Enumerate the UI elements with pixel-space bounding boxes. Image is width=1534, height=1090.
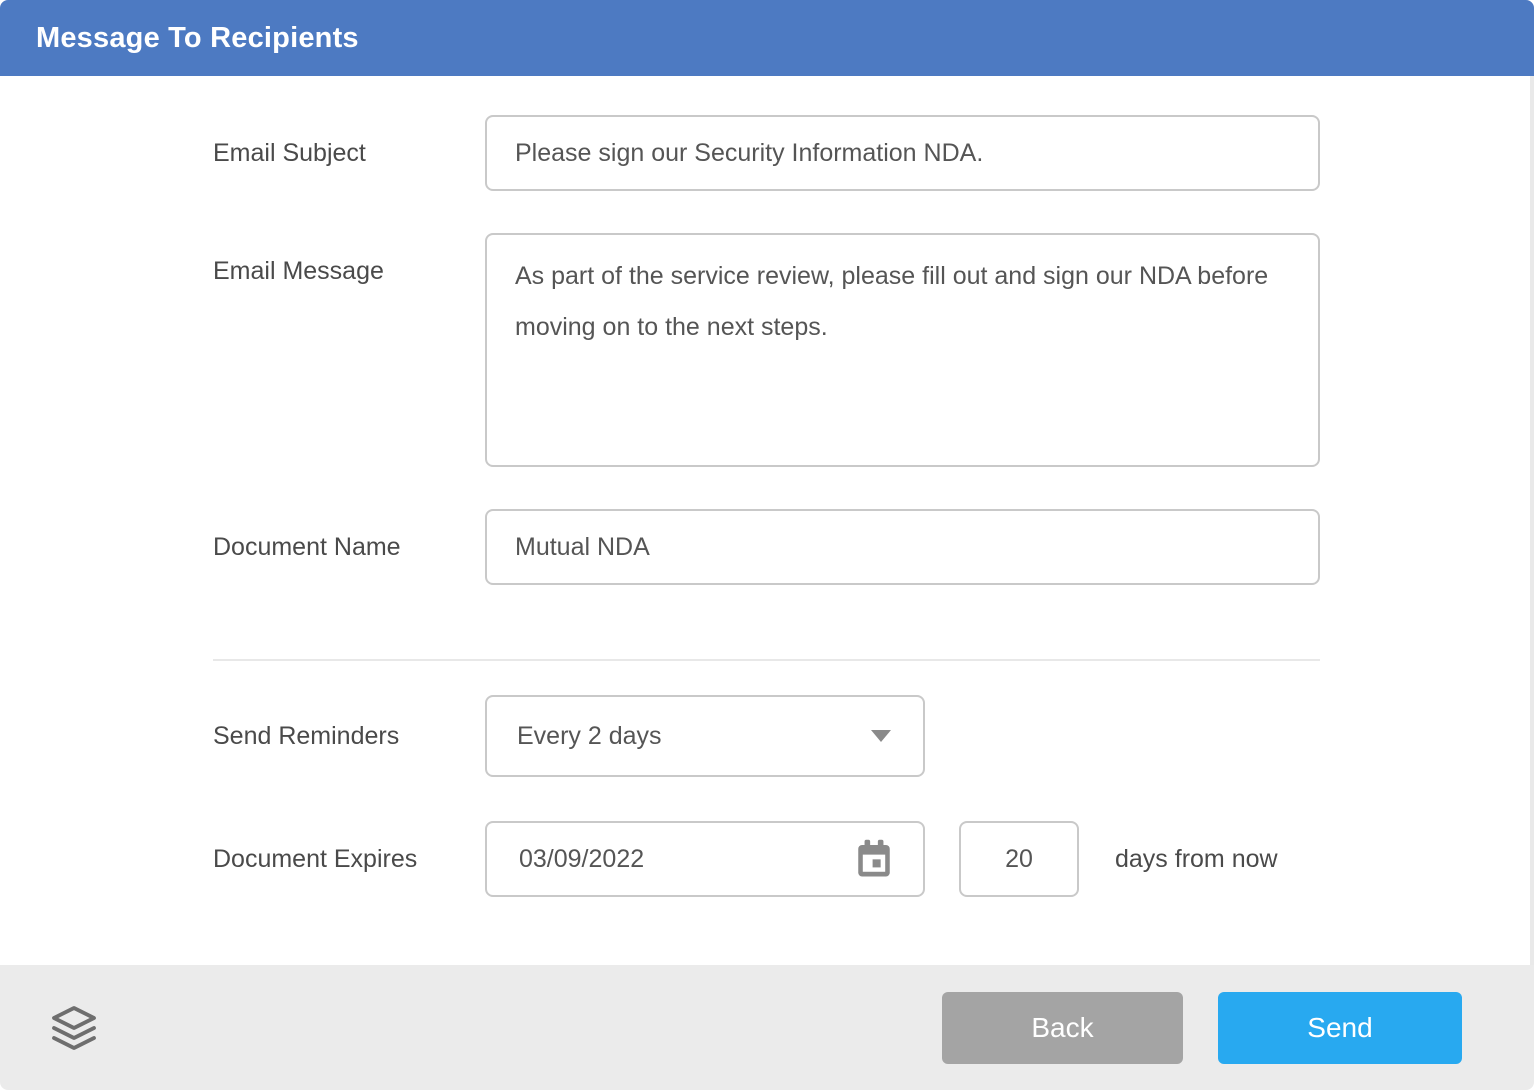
dialog-body: Email Subject Email Message As part of t… [0, 76, 1534, 965]
layers-icon [50, 1003, 98, 1053]
email-subject-label: Email Subject [213, 139, 485, 168]
calendar-icon [853, 836, 895, 882]
document-name-row: Document Name [213, 509, 1534, 585]
chevron-down-icon [871, 730, 891, 742]
send-button[interactable]: Send [1218, 992, 1462, 1064]
send-reminders-label: Send Reminders [213, 722, 485, 751]
dialog-footer: Back Send [0, 965, 1534, 1090]
back-button[interactable]: Back [942, 992, 1183, 1064]
email-subject-row: Email Subject [213, 115, 1534, 191]
days-from-now-label: days from now [1115, 845, 1278, 874]
expiry-date-input[interactable] [517, 844, 851, 875]
send-reminders-row: Send Reminders Every 2 days [213, 695, 1534, 777]
email-subject-input[interactable] [485, 115, 1320, 191]
document-expires-label: Document Expires [213, 845, 485, 874]
dialog-header: Message To Recipients [0, 0, 1534, 76]
message-to-recipients-dialog: Message To Recipients Email Subject Emai… [0, 0, 1534, 1090]
document-expires-row: Document Expires [213, 821, 1534, 897]
email-message-textarea[interactable]: As part of the service review, please fi… [485, 233, 1320, 467]
send-reminders-select[interactable]: Every 2 days [485, 695, 925, 777]
recipient-message-form: Email Subject Email Message As part of t… [0, 76, 1534, 585]
expiry-date-field[interactable] [485, 821, 925, 897]
section-divider [213, 659, 1320, 661]
dialog-title: Message To Recipients [36, 22, 359, 55]
send-reminders-selected-value: Every 2 days [517, 722, 871, 751]
document-name-label: Document Name [213, 533, 485, 562]
calendar-picker-button[interactable] [851, 834, 897, 884]
email-message-label: Email Message [213, 233, 485, 286]
scrollbar-track[interactable] [1530, 76, 1534, 965]
document-name-input[interactable] [485, 509, 1320, 585]
expiry-days-input[interactable] [959, 821, 1079, 897]
email-message-row: Email Message As part of the service rev… [213, 233, 1534, 467]
